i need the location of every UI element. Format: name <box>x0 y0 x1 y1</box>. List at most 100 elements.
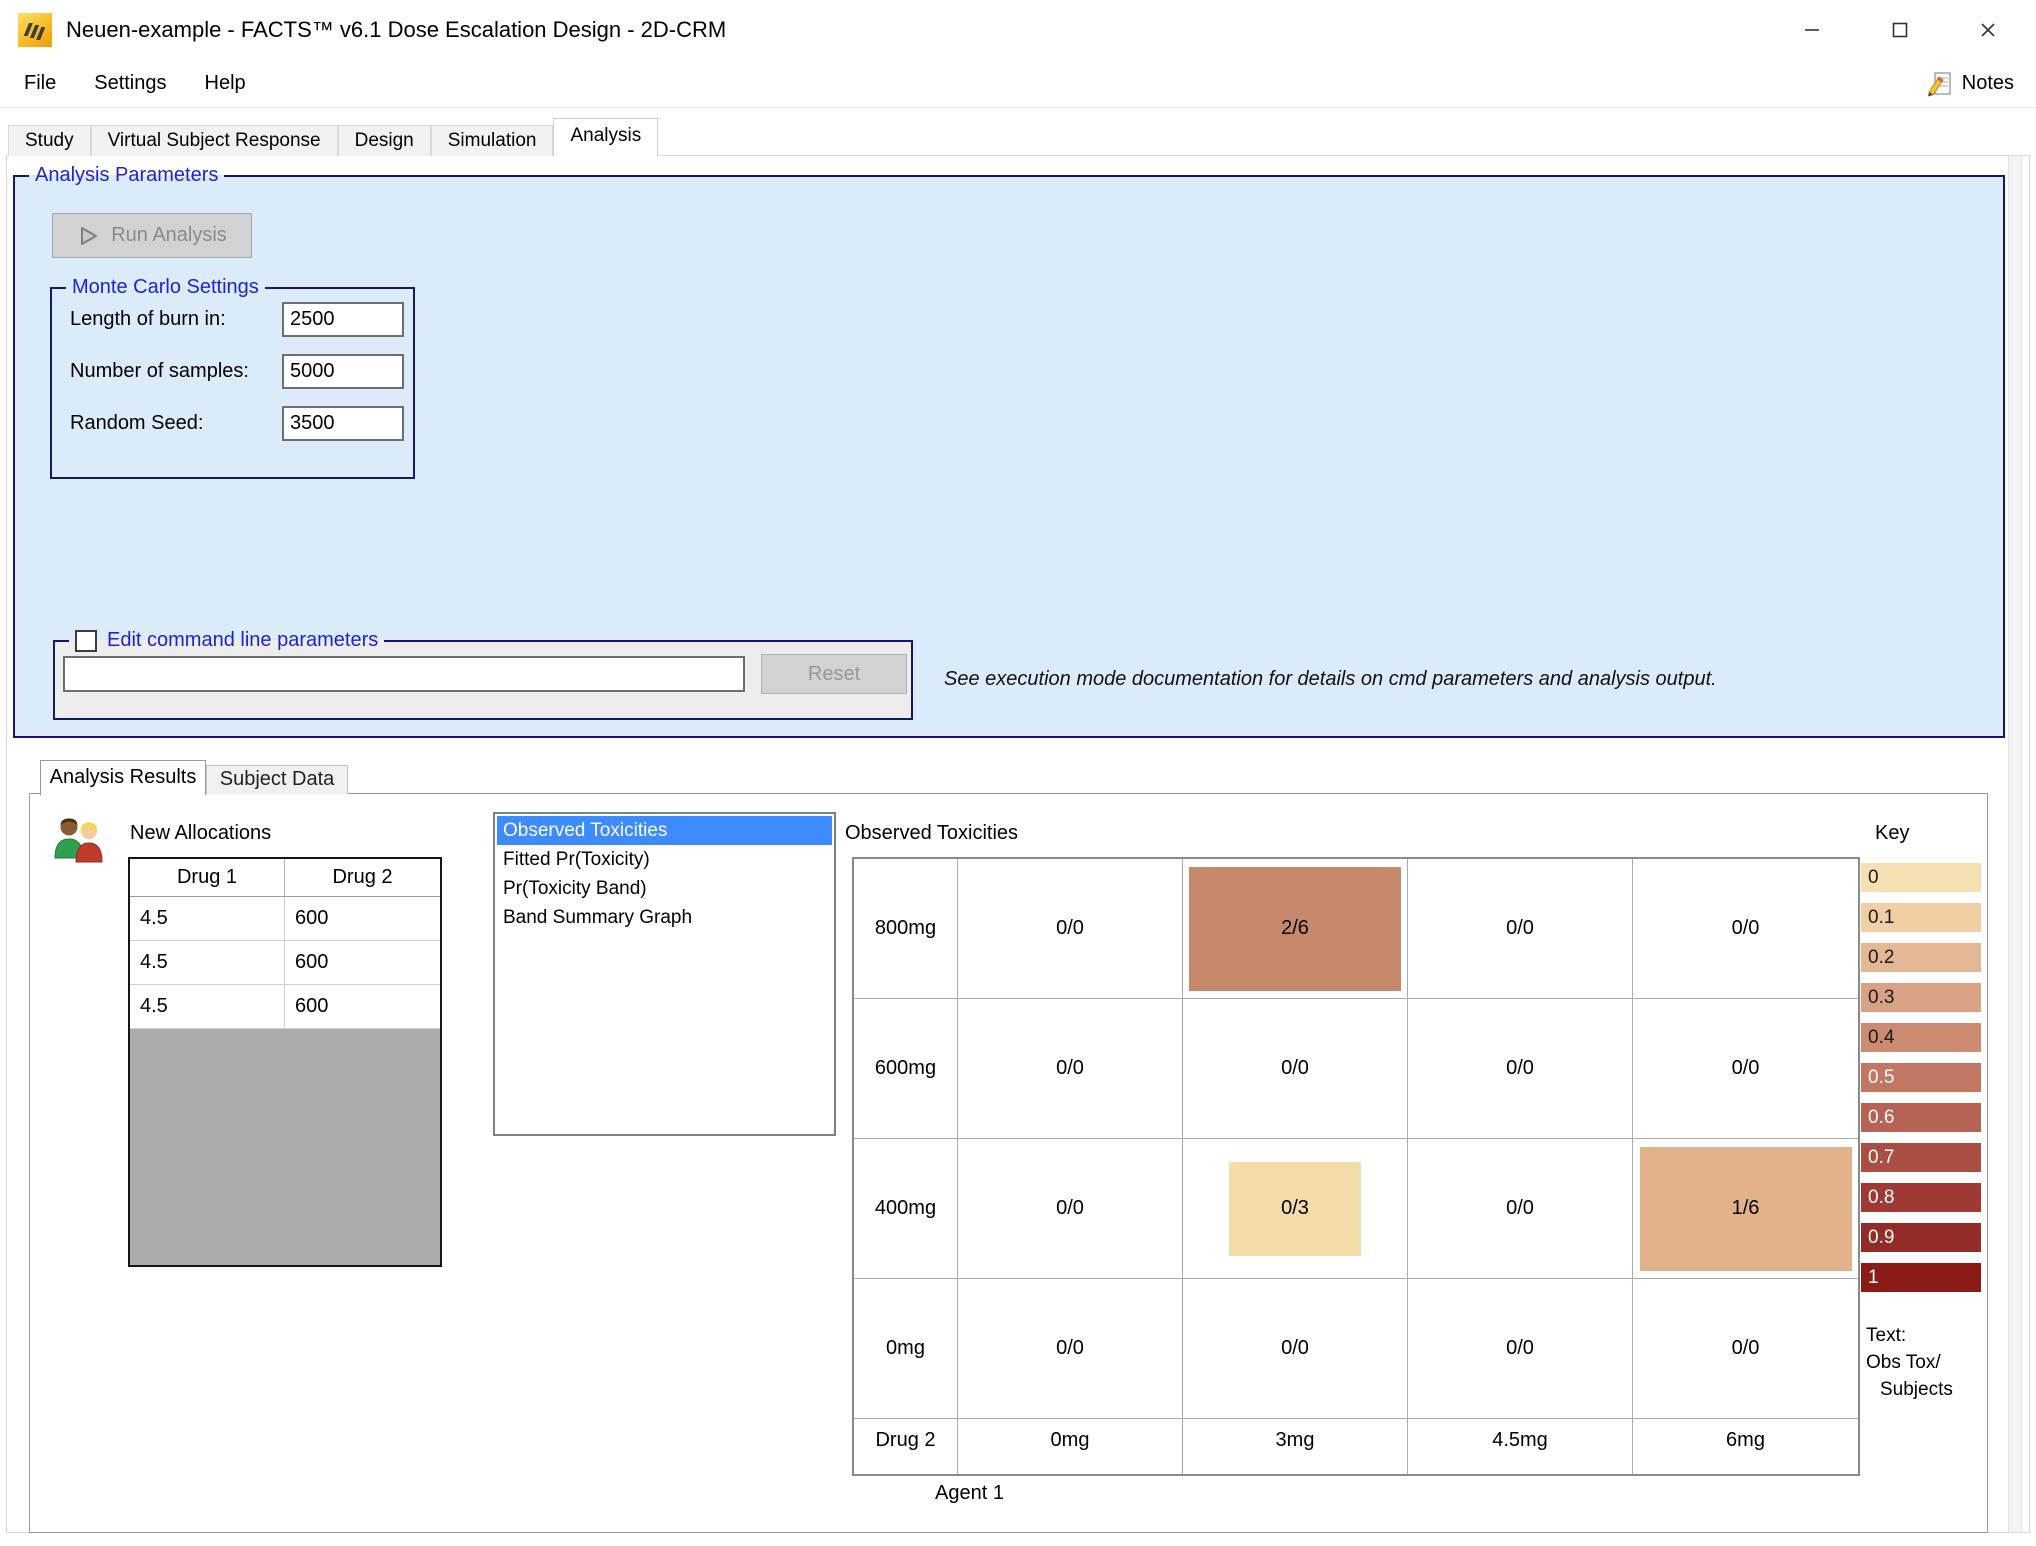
grid-cell: 0/0 <box>1183 1279 1408 1419</box>
grid-row-axis-label: Drug 2 <box>854 1419 958 1474</box>
grid-cell: 0/0 <box>958 1139 1183 1279</box>
menu-file[interactable]: File <box>24 60 56 107</box>
key-note-line: Subjects <box>1866 1376 1953 1403</box>
tab-analysis-results[interactable]: Analysis Results <box>40 760 206 795</box>
grid-footer-row: Drug 20mg3mg4.5mg6mg <box>854 1419 1858 1474</box>
length-of-burn-in-input[interactable] <box>282 302 404 337</box>
view-pr-toxicity-band[interactable]: Pr(Toxicity Band) <box>497 874 832 903</box>
facts-window: { "colors": { "panel_blue": "#dcebfa", "… <box>0 0 2036 1546</box>
alloc-rows: 4.56004.56004.5600 <box>130 897 440 1029</box>
alloc-header-row: Drug 1Drug 2 <box>130 859 440 897</box>
mc-field-row: Number of samples: <box>52 354 413 389</box>
app-icon <box>18 13 52 47</box>
grid-row: 800mg0/02/60/00/0 <box>854 859 1858 999</box>
notes-icon <box>1926 70 1954 98</box>
result-views-listbox: Observed ToxicitiesFitted Pr(Toxicity)Pr… <box>493 812 836 1136</box>
edit-cmd-checkbox[interactable] <box>75 630 97 652</box>
tab-study[interactable]: Study <box>8 125 91 156</box>
alloc-table-filler <box>130 1029 440 1265</box>
grid-cell: 0/0 <box>958 999 1183 1139</box>
run-analysis-label: Run Analysis <box>111 224 227 247</box>
key-swatch: 0.1 <box>1861 903 1981 932</box>
reset-button[interactable]: Reset <box>761 654 907 694</box>
main-tabstrip: StudyVirtual Subject ResponseDesignSimul… <box>8 118 658 156</box>
maximize-button[interactable] <box>1856 0 1944 60</box>
key-title: Key <box>1875 822 1909 845</box>
tab-virtual-subject-response[interactable]: Virtual Subject Response <box>91 125 338 156</box>
grid-cell-highlight: 1/6 <box>1640 1147 1852 1271</box>
app-icon-slashes <box>22 23 47 40</box>
key-swatch: 1 <box>1861 1263 1981 1292</box>
menu-settings[interactable]: Settings <box>94 60 166 107</box>
analysis-parameters-label: Analysis Parameters <box>29 162 224 189</box>
tab-simulation[interactable]: Simulation <box>431 125 554 156</box>
cmd-parameters-input[interactable] <box>63 656 745 692</box>
view-band-summary-graph[interactable]: Band Summary Graph <box>497 903 832 932</box>
grid-cell: 2/6 <box>1183 859 1408 999</box>
tab-design[interactable]: Design <box>338 125 431 156</box>
menu-help[interactable]: Help <box>205 60 246 107</box>
key-swatch: 0.9 <box>1861 1223 1981 1252</box>
grid-row-label: 800mg <box>854 859 958 999</box>
cmd-parameters-groupbox: Edit command line parameters Reset <box>53 640 913 720</box>
grid-cell: 0/0 <box>1183 999 1408 1139</box>
table-row: 4.5600 <box>130 941 440 985</box>
menu-items: File Settings Help <box>24 60 284 107</box>
grid-cell: 0/3 <box>1183 1139 1408 1279</box>
grid-row: 0mg0/00/00/00/0 <box>854 1279 1858 1419</box>
alloc-cell: 600 <box>285 897 440 940</box>
grid-cell: 0/0 <box>1408 1279 1633 1419</box>
random-seed-label: Random Seed: <box>70 406 203 441</box>
analysis-results-panel: New Allocations Drug 1Drug 2 4.56004.560… <box>29 793 1988 1533</box>
grid-row: 600mg0/00/00/00/0 <box>854 999 1858 1139</box>
tab-analysis[interactable]: Analysis <box>553 118 658 156</box>
minimize-button[interactable] <box>1768 0 1856 60</box>
key-swatch: 0.3 <box>1861 983 1981 1012</box>
key-swatch-list: 00.10.20.30.40.50.60.70.80.91 <box>1861 863 1981 1303</box>
cmd-parameters-legend: Edit command line parameters <box>69 627 384 654</box>
cmd-documentation-note: See execution mode documentation for det… <box>944 668 1717 691</box>
view-observed-toxicities[interactable]: Observed Toxicities <box>497 816 832 845</box>
grid-cell: 1/6 <box>1633 1139 1858 1279</box>
alloc-col-header: Drug 1 <box>130 859 285 896</box>
table-row: 4.5600 <box>130 985 440 1029</box>
tab-subject-data[interactable]: Subject Data <box>206 765 348 794</box>
grid-row-label: 400mg <box>854 1139 958 1279</box>
alloc-cell: 4.5 <box>130 897 285 940</box>
menu-bar: File Settings Help Notes <box>0 60 2036 108</box>
grid-cell: 0/0 <box>1633 1279 1858 1419</box>
title-bar: Neuen-example - FACTS™ v6.1 Dose Escalat… <box>0 0 2036 60</box>
column-axis-label: Agent 1 <box>935 1482 1004 1505</box>
view-fitted-pr-toxicity[interactable]: Fitted Pr(Toxicity) <box>497 845 832 874</box>
observed-toxicities-grid: 800mg0/02/60/00/0600mg0/00/00/00/0400mg0… <box>852 857 1860 1476</box>
grid-cell: 0/0 <box>1408 1139 1633 1279</box>
key-note: Text:Obs Tox/Subjects <box>1866 1322 1953 1403</box>
monte-carlo-label: Monte Carlo Settings <box>66 274 265 301</box>
random-seed-input[interactable] <box>282 406 404 441</box>
grid-cell: 0/0 <box>1408 999 1633 1139</box>
alloc-col-header: Drug 2 <box>285 859 440 896</box>
monte-carlo-groupbox: Monte Carlo Settings Length of burn in:N… <box>50 287 415 479</box>
grid-row: 400mg0/00/30/01/6 <box>854 1139 1858 1279</box>
grid-col-label: 6mg <box>1633 1419 1858 1474</box>
number-of-samples-input[interactable] <box>282 354 404 389</box>
window-title: Neuen-example - FACTS™ v6.1 Dose Escalat… <box>66 0 726 60</box>
alloc-cell: 600 <box>285 985 440 1028</box>
number-of-samples-label: Number of samples: <box>70 354 249 389</box>
key-note-line: Obs Tox/ <box>1866 1349 1953 1376</box>
close-button[interactable] <box>1944 0 2032 60</box>
table-row: 4.5600 <box>130 897 440 941</box>
minimize-icon <box>1802 20 1822 40</box>
maximize-icon <box>1890 20 1910 40</box>
run-analysis-button[interactable]: Run Analysis <box>52 213 252 258</box>
people-icon <box>51 816 107 864</box>
key-swatch: 0.2 <box>1861 943 1981 972</box>
grid-cell-highlight: 0/3 <box>1229 1162 1361 1256</box>
key-swatch: 0.5 <box>1861 1063 1981 1092</box>
key-note-line: Text: <box>1866 1322 1953 1349</box>
notes-button[interactable]: Notes <box>1926 60 2014 107</box>
window-controls <box>1768 0 2032 60</box>
grid-cell: 0/0 <box>1408 859 1633 999</box>
key-swatch: 0.6 <box>1861 1103 1981 1132</box>
vertical-scrollbar[interactable] <box>2008 156 2022 1532</box>
